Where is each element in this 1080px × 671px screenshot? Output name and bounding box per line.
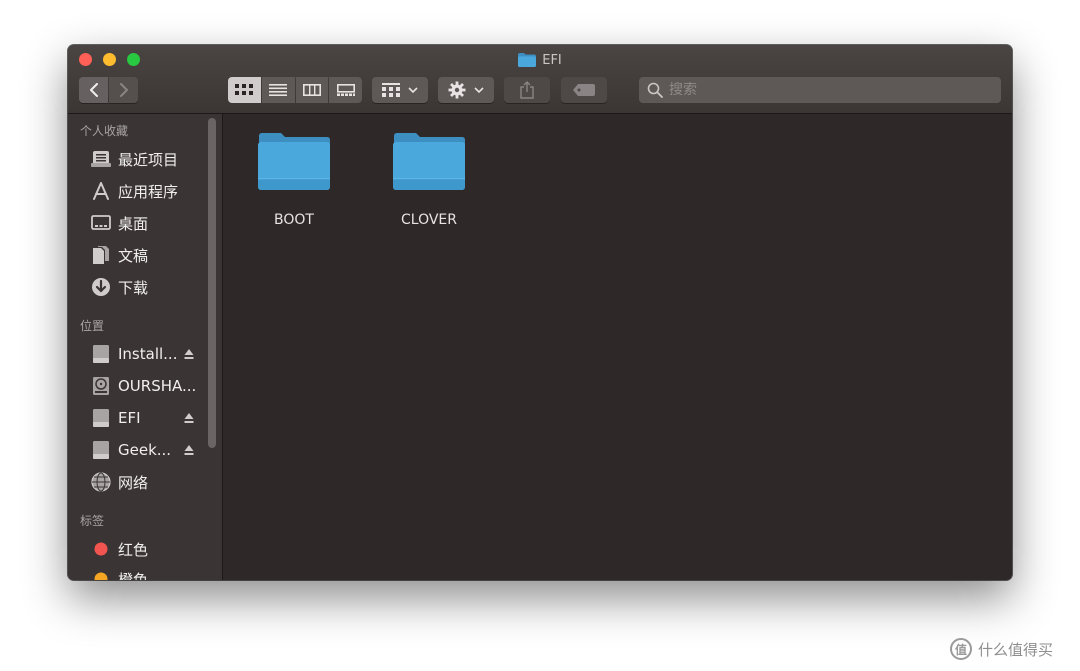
watermark-logo: 值	[950, 638, 972, 660]
desktop-icon	[90, 213, 112, 233]
chevron-right-icon	[119, 83, 128, 97]
folder-name: CLOVER	[401, 212, 457, 228]
eject-icon[interactable]	[184, 348, 194, 360]
sidebar-section-header-favorites: 个人收藏	[80, 124, 129, 138]
chevron-down-icon	[408, 87, 418, 94]
sidebar-item-label: OURSHA...	[118, 377, 197, 395]
folder-icon	[258, 133, 330, 190]
columns-icon	[302, 84, 321, 96]
sidebar-item-efi-volume[interactable]: EFI	[90, 406, 202, 430]
sidebar-item-desktop[interactable]: 桌面	[90, 211, 202, 235]
sidebar-item-label: 下载	[118, 278, 149, 297]
tag-button[interactable]	[561, 77, 607, 103]
search-field[interactable]	[639, 77, 1001, 103]
recents-icon	[90, 149, 112, 169]
search-icon	[647, 82, 663, 98]
site-watermark: 值 什么值得买	[950, 635, 1053, 663]
eject-icon[interactable]	[184, 412, 194, 424]
drive-icon	[90, 440, 112, 460]
window-title-group: EFI	[68, 50, 1012, 70]
sidebar-item-documents[interactable]: 文稿	[90, 243, 202, 267]
action-menu-button[interactable]	[438, 77, 494, 103]
search-input[interactable]	[669, 82, 989, 98]
folder-item-clover[interactable]: CLOVER	[374, 132, 484, 242]
sidebar-item-label: 橙色	[118, 570, 149, 581]
sidebar-item-label: 网络	[118, 473, 149, 492]
folder-item-boot[interactable]: BOOT	[239, 132, 349, 242]
icon-view-button[interactable]	[228, 77, 261, 103]
network-icon	[90, 472, 112, 492]
gear-icon	[448, 81, 466, 99]
downloads-icon	[90, 277, 112, 297]
view-mode-segmented-control	[228, 77, 362, 103]
sidebar-scrollbar[interactable]	[208, 118, 216, 448]
drive-icon	[90, 344, 112, 364]
sidebar-item-ourshare-volume[interactable]: OURSHA...	[90, 374, 202, 398]
sidebar-item-label: 应用程序	[118, 182, 179, 201]
gallery-view-button[interactable]	[329, 77, 362, 103]
folder-icon	[393, 133, 465, 190]
sidebar-item-label: EFI	[118, 409, 141, 427]
sidebar-section-header-locations: 位置	[80, 319, 105, 333]
finder-window: EFI 搜索 个人收藏 最近项目 应用程序 桌面 文稿 下载 位置 Instal…	[68, 45, 1012, 580]
sidebar-item-label: 文稿	[118, 246, 149, 265]
forward-button[interactable]	[109, 77, 138, 103]
column-view-button[interactable]	[295, 77, 329, 103]
sidebar-item-recents[interactable]: 最近项目	[90, 147, 202, 171]
sidebar-item-install-volume[interactable]: Install...	[90, 342, 202, 366]
documents-icon	[90, 245, 112, 265]
sidebar-item-downloads[interactable]: 下载	[90, 275, 202, 299]
gallery-icon	[336, 84, 355, 96]
group-by-button[interactable]	[372, 77, 428, 103]
file-browser-content: BOOT CLOVER	[223, 114, 1012, 580]
sidebar: 个人收藏 最近项目 应用程序 桌面 文稿 下载 位置 Install... OU…	[68, 114, 223, 580]
chevron-left-icon	[89, 83, 98, 97]
icon-grid-icon	[235, 84, 254, 95]
tag-dot-icon	[90, 539, 112, 559]
back-button[interactable]	[79, 77, 108, 103]
folder-name: BOOT	[274, 212, 314, 228]
sidebar-section-header-tags: 标签	[80, 514, 105, 528]
eject-icon[interactable]	[184, 444, 194, 456]
title-folder-icon	[518, 53, 537, 67]
sidebar-item-label: Geek...	[118, 441, 172, 459]
sidebar-item-tag-red[interactable]: 红色	[90, 537, 202, 561]
watermark-text: 什么值得买	[978, 640, 1054, 659]
tag-icon	[573, 84, 595, 96]
group-grid-icon	[382, 83, 400, 97]
window-title: EFI	[542, 52, 562, 68]
sidebar-item-label: Install...	[118, 345, 178, 363]
sidebar-item-label: 桌面	[118, 214, 149, 233]
sidebar-item-applications[interactable]: 应用程序	[90, 179, 202, 203]
list-view-button[interactable]	[261, 77, 295, 103]
sidebar-item-label: 最近项目	[118, 150, 179, 169]
share-button[interactable]	[504, 77, 550, 103]
share-icon	[520, 81, 534, 99]
drive-icon	[90, 408, 112, 428]
sidebar-item-geek-volume[interactable]: Geek...	[90, 438, 202, 462]
applications-icon	[90, 181, 112, 201]
list-lines-icon	[269, 84, 288, 96]
title-bar: EFI	[68, 45, 1012, 114]
internal-disk-icon	[90, 376, 112, 396]
chevron-down-icon	[474, 87, 484, 94]
sidebar-item-label: 红色	[118, 540, 149, 559]
sidebar-item-tag-orange[interactable]: 橙色	[90, 567, 202, 580]
tag-dot-icon	[90, 569, 112, 580]
sidebar-item-network[interactable]: 网络	[90, 470, 202, 494]
